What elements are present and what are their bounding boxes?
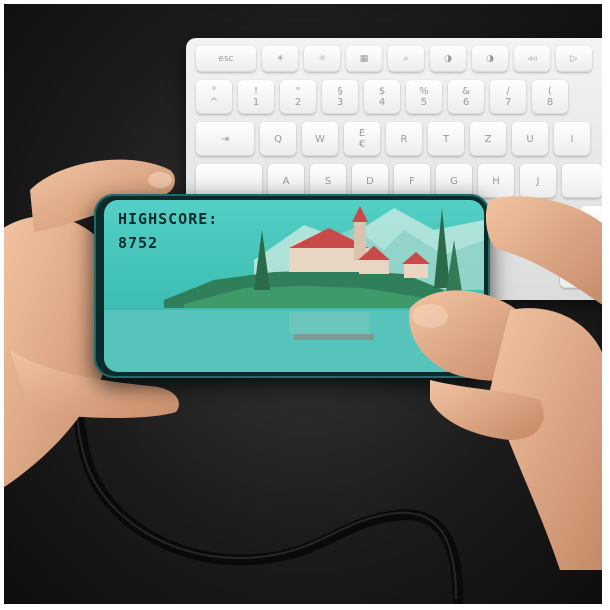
product-photo: esc ☀ ☼ ▦ ⌕ ◑ ◑ ◃◃ ▷ ° ^ ! 1 " 2 § 3 $ 4… <box>0 0 610 610</box>
thumbnail <box>412 304 448 328</box>
highscore-value: 8752 <box>118 234 159 252</box>
frame-right <box>602 0 610 610</box>
frame-bottom <box>0 604 610 610</box>
highscore-label: HIGHSCORE: <box>118 210 219 228</box>
frame-left <box>0 0 4 610</box>
frame-top <box>0 0 610 4</box>
right-hand <box>409 196 610 570</box>
